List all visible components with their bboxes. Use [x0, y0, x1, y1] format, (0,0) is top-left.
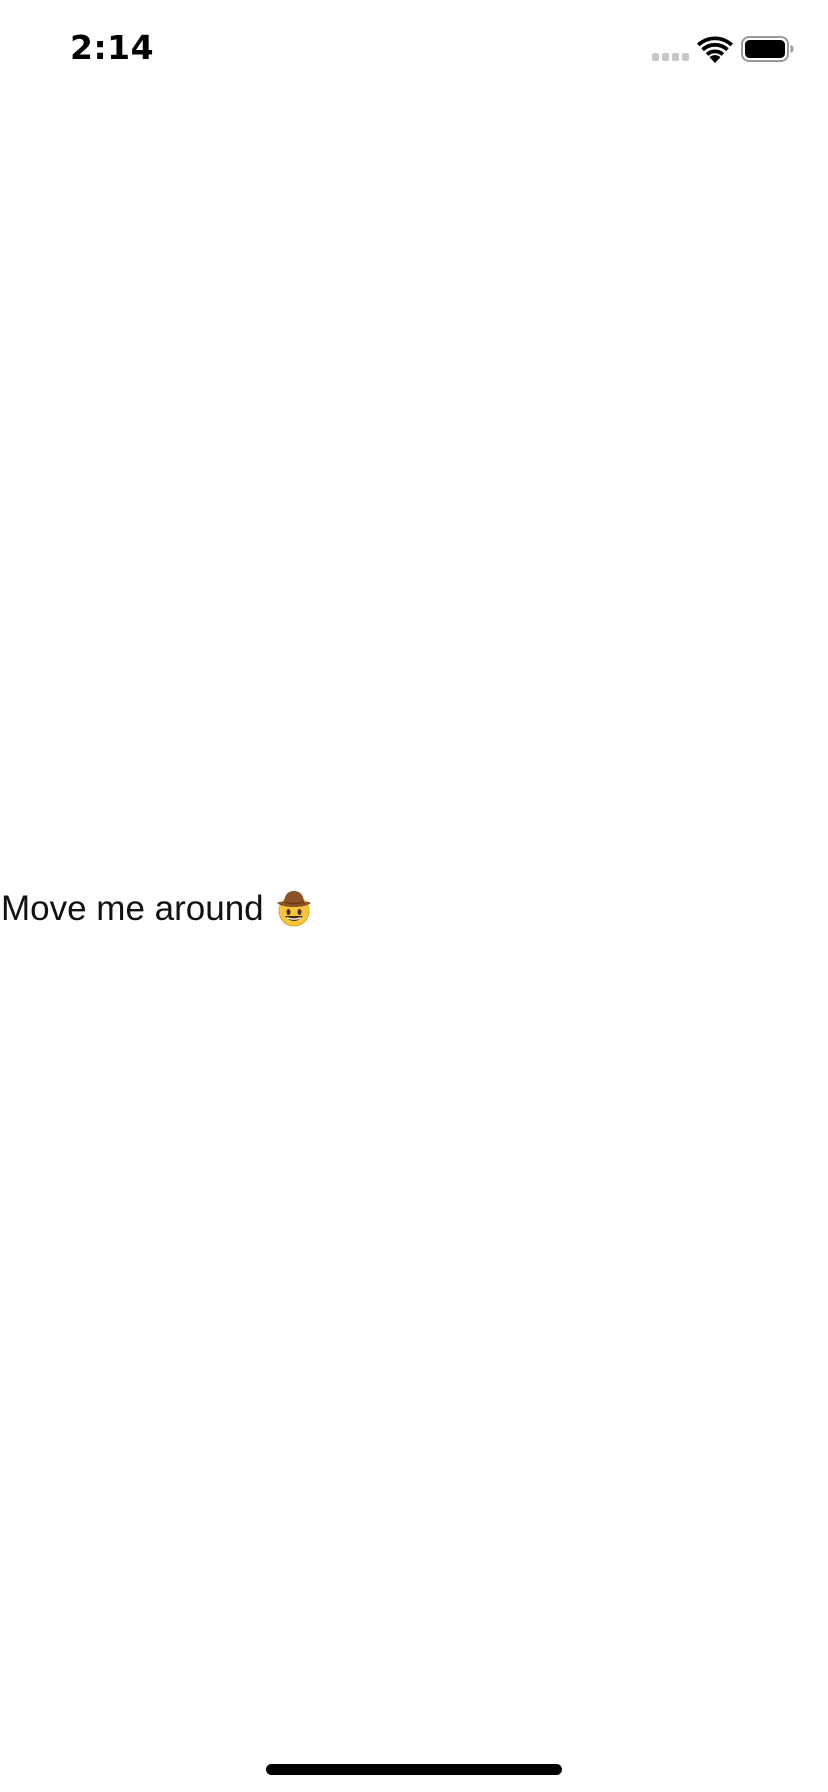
battery-icon [741, 36, 794, 62]
draggable-label[interactable]: Move me around [1, 888, 314, 930]
wifi-icon [697, 36, 733, 63]
cowboy-hat-face-icon [276, 890, 311, 927]
home-indicator[interactable] [266, 1764, 562, 1775]
draggable-label-text: Move me around [1, 889, 264, 928]
cellular-signal-icon [652, 53, 690, 63]
app-screen: 2:14 Move me around [0, 0, 828, 1792]
status-bar: 2:14 [0, 0, 828, 96]
status-time: 2:14 [70, 28, 155, 67]
